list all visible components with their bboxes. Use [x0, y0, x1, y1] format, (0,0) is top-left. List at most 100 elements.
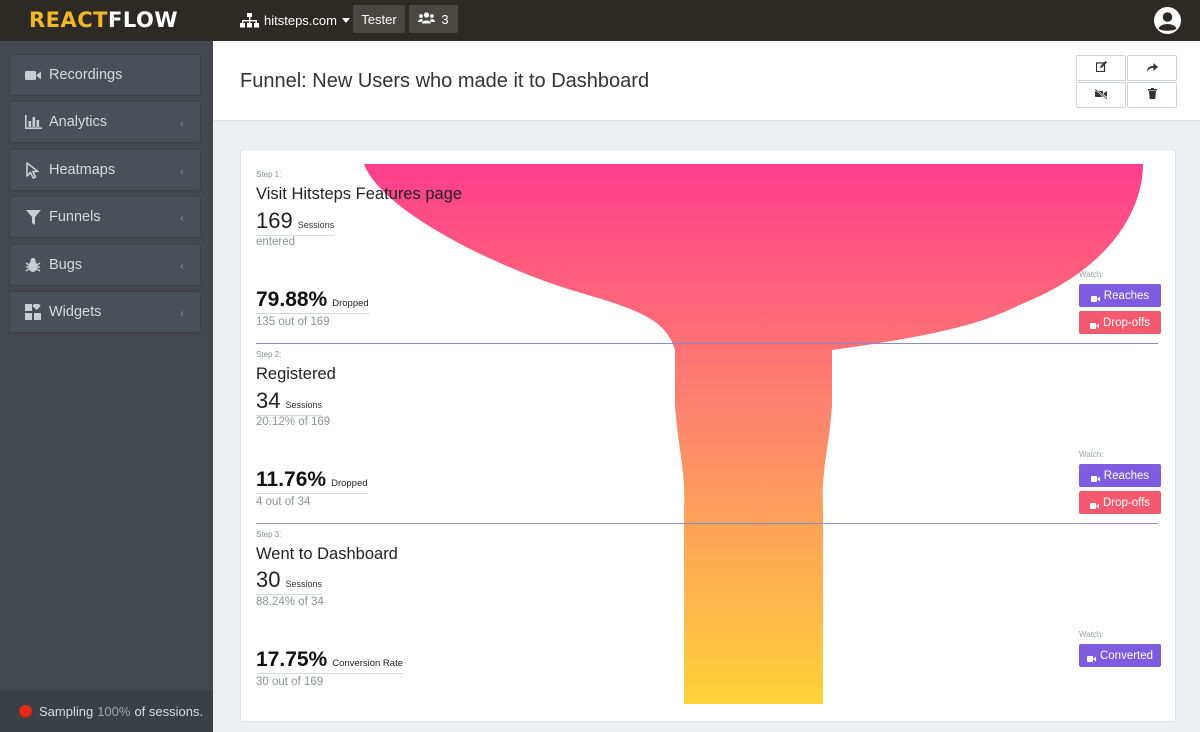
- sidebar-item-widgets[interactable]: Widgets ‹: [9, 291, 201, 333]
- sidebar-item-bugs[interactable]: Bugs ‹: [9, 244, 201, 286]
- caret-down-icon: [341, 17, 350, 23]
- app-logo[interactable]: REACTFLOW: [29, 8, 178, 32]
- tester-button[interactable]: Tester: [353, 5, 405, 33]
- recording-status-icon: [19, 704, 32, 718]
- chevron-left-icon: ‹: [180, 211, 184, 225]
- sidebar-item-label: Heatmaps: [49, 162, 116, 178]
- recordings-off-icon: [1094, 86, 1108, 104]
- dropped-label: Dropped: [331, 478, 368, 489]
- trash-icon: [1147, 86, 1157, 104]
- page-header: Funnel: New Users who made it to Dashboa…: [213, 41, 1200, 121]
- sidebar-item-label: Analytics: [49, 114, 108, 130]
- step-label: Step 3:: [256, 530, 282, 539]
- step-count: 34 Sessions: [256, 388, 323, 416]
- button-label: Reaches: [1103, 469, 1150, 482]
- watch-label: Watch:: [1079, 270, 1104, 279]
- step-subtext: 88.24% of 34: [256, 596, 324, 608]
- sampling-label: Sampling: [39, 703, 94, 719]
- sidebar-item-label: Funnels: [49, 209, 101, 225]
- funnel-graphic: [364, 164, 1143, 704]
- site-name: hitsteps.com: [264, 12, 337, 28]
- video-camera-icon: [1090, 473, 1100, 482]
- dropped-label: Dropped: [332, 298, 369, 309]
- watch-reaches-button[interactable]: Reaches: [1079, 284, 1161, 307]
- session-count: 34: [256, 388, 281, 413]
- session-unit: Sessions: [297, 220, 335, 230]
- sidebar-item-label: Recordings: [49, 67, 123, 83]
- dropped-percent: 11.76%: [256, 468, 327, 491]
- button-label: Converted: [1099, 649, 1154, 662]
- step-name: Visit Hitsteps Features page: [256, 185, 463, 203]
- session-count: 30: [256, 567, 281, 592]
- conversion-stat: 17.75% Conversion Rate: [256, 648, 403, 674]
- funnel-shape: [364, 164, 1143, 704]
- bar-chart-icon: [24, 114, 42, 130]
- dropped-subtext: 4 out of 34: [256, 496, 311, 508]
- step-label: Step 1:: [256, 170, 282, 179]
- edit-icon: [1095, 59, 1107, 77]
- chevron-left-icon: ‹: [180, 259, 184, 273]
- filter-icon: [24, 209, 42, 225]
- sampling-suffix: of sessions.: [134, 703, 204, 719]
- delete-funnel-button[interactable]: [1127, 82, 1177, 108]
- watch-converted-button[interactable]: Converted: [1079, 644, 1161, 667]
- watch-label: Watch:: [1079, 630, 1104, 639]
- watch-dropoffs-button[interactable]: Drop-offs: [1079, 311, 1161, 334]
- page-title: Funnel: New Users who made it to Dashboa…: [240, 70, 650, 92]
- sampling-percent: 100%: [97, 703, 131, 719]
- dropped-stat: 79.88% Dropped: [256, 288, 369, 314]
- session-unit: Sessions: [285, 579, 323, 589]
- conversion-label: Conversion Rate: [332, 658, 403, 669]
- chevron-left-icon: ‹: [180, 116, 184, 130]
- disable-recordings-button[interactable]: [1076, 82, 1126, 108]
- sidebar-item-recordings[interactable]: Recordings: [9, 54, 201, 96]
- sidebar-item-heatmaps[interactable]: Heatmaps ‹: [9, 149, 201, 191]
- watch-label: Watch:: [1079, 450, 1104, 459]
- step-count: 30 Sessions: [256, 567, 323, 595]
- button-label: Drop-offs: [1102, 316, 1151, 329]
- session-count: 169: [256, 208, 293, 233]
- step-label: Step 2:: [256, 350, 282, 359]
- edit-funnel-button[interactable]: [1076, 55, 1126, 81]
- button-label: Reaches: [1103, 289, 1150, 302]
- watch-reaches-button[interactable]: Reaches: [1079, 464, 1161, 487]
- sidebar-item-analytics[interactable]: Analytics ‹: [9, 101, 201, 143]
- sampling-status: Sampling 100% of sessions.: [0, 690, 213, 732]
- button-label: Drop-offs: [1102, 496, 1151, 509]
- sidebar-item-label: Bugs: [49, 257, 83, 273]
- cursor-icon: [24, 161, 42, 179]
- video-camera-icon: [1089, 320, 1099, 329]
- video-camera-icon: [1086, 653, 1096, 662]
- conversion-subtext: 30 out of 169: [256, 676, 324, 688]
- conversion-percent: 17.75%: [256, 648, 328, 671]
- funnel-card: Step 1: Visit Hitsteps Features page 169…: [240, 149, 1176, 722]
- video-camera-icon: [24, 67, 42, 83]
- tester-label: Tester: [361, 11, 397, 27]
- sidebar-item-funnels[interactable]: Funnels ‹: [9, 196, 201, 238]
- step-divider: [256, 343, 1158, 344]
- step-subtext: entered: [256, 236, 296, 248]
- team-users-button[interactable]: 3: [409, 5, 458, 33]
- users-count: 3: [441, 11, 449, 27]
- chevron-left-icon: ‹: [180, 306, 184, 320]
- user-avatar-icon[interactable]: [1154, 7, 1181, 34]
- users-icon: [418, 11, 436, 27]
- dropped-stat: 11.76% Dropped: [256, 468, 368, 494]
- widgets-icon: [24, 304, 42, 320]
- bug-icon: [24, 257, 42, 273]
- video-camera-icon: [1090, 293, 1100, 302]
- sidebar-item-label: Widgets: [49, 304, 102, 320]
- step-name: Registered: [256, 365, 336, 383]
- dropped-percent: 79.88%: [256, 288, 328, 311]
- top-bar: REACTFLOW hitsteps.com Tester 3: [0, 0, 1200, 41]
- step-divider: [256, 523, 1158, 524]
- step-name: Went to Dashboard: [256, 545, 398, 563]
- share-icon: [1146, 59, 1158, 77]
- site-switcher[interactable]: hitsteps.com: [240, 9, 350, 31]
- share-funnel-button[interactable]: [1127, 55, 1177, 81]
- sitemap-icon: [240, 12, 259, 28]
- watch-dropoffs-button[interactable]: Drop-offs: [1079, 491, 1161, 514]
- session-unit: Sessions: [285, 400, 323, 410]
- sidebar: Recordings Analytics ‹ Heatmaps ‹ Funnel…: [0, 41, 213, 732]
- step-subtext: 20.12% of 169: [256, 416, 331, 428]
